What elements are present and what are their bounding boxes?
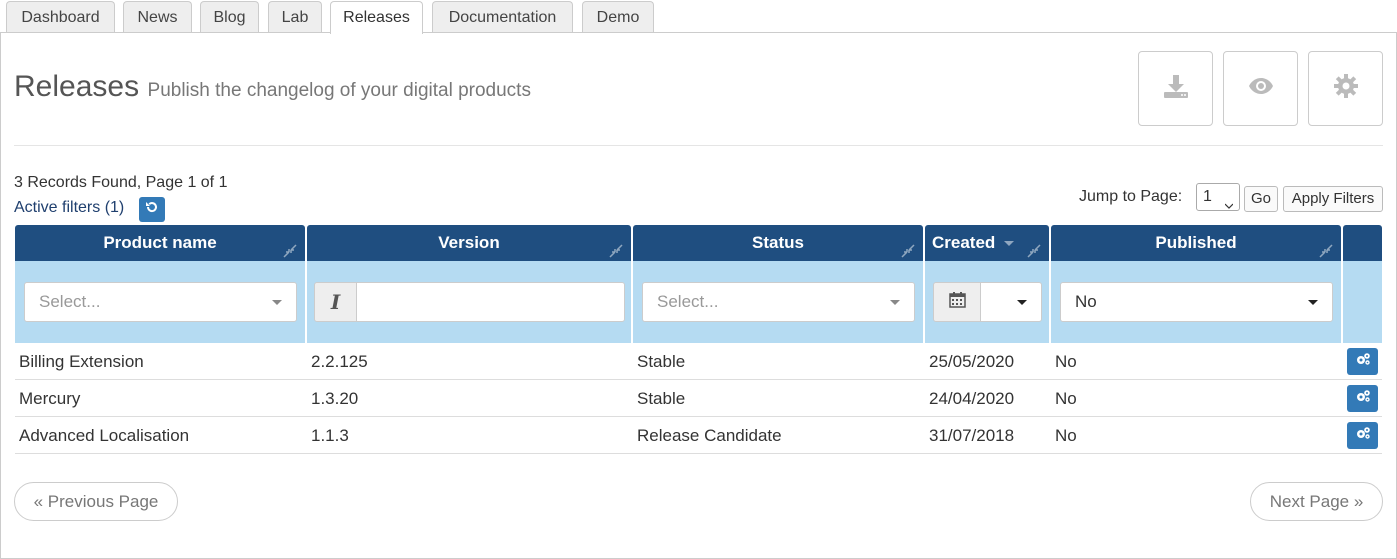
cell-published: No xyxy=(1055,389,1077,408)
published-filter-select[interactable]: No xyxy=(1060,282,1333,322)
cell-published: No xyxy=(1055,352,1077,371)
calendar-icon xyxy=(948,291,966,313)
tab-blog[interactable]: Blog xyxy=(200,1,259,33)
cell-status: Release Candidate xyxy=(637,426,782,445)
filter-divider xyxy=(1049,261,1051,343)
product-filter-select[interactable]: Select... xyxy=(24,282,297,322)
row-actions-button[interactable] xyxy=(1347,385,1378,412)
tab-documentation[interactable]: Documentation xyxy=(432,1,573,33)
tab-bar: Dashboard News Blog Lab Releases Documen… xyxy=(0,0,1397,34)
next-page-button[interactable]: Next Page » xyxy=(1250,482,1383,521)
records-count: 3 Records Found, Page 1 of 1 xyxy=(14,174,228,191)
status-filter-select[interactable]: Select... xyxy=(642,282,915,322)
cell-created: 24/04/2020 xyxy=(929,389,1015,408)
jump-to-page-value: 1 xyxy=(1203,188,1212,205)
row-divider xyxy=(15,416,1382,417)
chevron-down-icon xyxy=(1308,300,1318,305)
published-filter-value: No xyxy=(1075,292,1097,311)
page-title-text: Releases xyxy=(14,70,140,103)
tab-news[interactable]: News xyxy=(123,1,192,33)
chevron-down-icon xyxy=(890,300,900,305)
cogs-icon xyxy=(1355,389,1371,408)
preview-button[interactable] xyxy=(1223,51,1298,126)
compress-icon[interactable] xyxy=(1027,235,1041,258)
compress-icon[interactable] xyxy=(283,235,297,258)
column-header-actions xyxy=(1343,225,1382,261)
go-button[interactable]: Go xyxy=(1244,186,1278,212)
cell-created: 31/07/2018 xyxy=(929,426,1015,445)
active-filters-label: Active filters (1) xyxy=(14,199,125,216)
tab-demo[interactable]: Demo xyxy=(582,1,654,33)
compress-icon[interactable] xyxy=(609,235,623,258)
cell-product-name: Advanced Localisation xyxy=(19,426,190,445)
cell-product-name: Mercury xyxy=(19,389,81,408)
column-header-label: Status xyxy=(752,233,804,252)
row-actions-button[interactable] xyxy=(1347,348,1378,375)
row-divider xyxy=(15,379,1382,380)
jump-to-page-label: Jump to Page: xyxy=(1079,188,1183,205)
cogs-icon xyxy=(1355,426,1371,445)
sort-desc-icon xyxy=(1004,241,1015,247)
cell-version: 1.1.3 xyxy=(311,426,349,445)
cell-status: Stable xyxy=(637,389,686,408)
column-header-created[interactable]: Created xyxy=(925,225,1049,261)
row-actions-button[interactable] xyxy=(1347,422,1378,449)
compress-icon[interactable] xyxy=(901,235,915,258)
filter-divider xyxy=(923,261,925,343)
cell-published: No xyxy=(1055,426,1077,445)
cogs-icon xyxy=(1355,352,1371,371)
chevron-down-icon xyxy=(1224,193,1234,209)
filter-divider xyxy=(1341,261,1343,343)
text-search-addon: I xyxy=(314,282,357,322)
cell-product-name: Billing Extension xyxy=(19,352,144,371)
italic-i-icon: I xyxy=(330,290,341,314)
jump-to-page-select[interactable]: 1 xyxy=(1196,183,1240,211)
row-divider xyxy=(15,453,1382,454)
cell-status: Stable xyxy=(637,352,686,371)
column-header-published[interactable]: Published xyxy=(1051,225,1341,261)
filter-divider xyxy=(305,261,307,343)
tab-lab[interactable]: Lab xyxy=(268,1,322,33)
download-button[interactable] xyxy=(1138,51,1213,126)
column-header-status[interactable]: Status xyxy=(633,225,923,261)
filter-divider xyxy=(631,261,633,343)
reset-filters-button[interactable] xyxy=(139,197,165,222)
column-header-label: Published xyxy=(1155,233,1237,252)
eye-icon xyxy=(1248,73,1274,104)
column-header-version[interactable]: Version xyxy=(307,225,631,261)
version-filter-input[interactable] xyxy=(356,282,625,322)
gear-icon xyxy=(1333,73,1359,104)
cell-created: 25/05/2020 xyxy=(929,352,1015,371)
column-header-label: Created xyxy=(932,233,996,252)
column-header-label: Version xyxy=(438,233,500,252)
column-header-label: Product name xyxy=(103,233,217,252)
tab-dashboard[interactable]: Dashboard xyxy=(6,1,115,33)
settings-button[interactable] xyxy=(1308,51,1383,126)
page-subtitle: Publish the changelog of your digital pr… xyxy=(147,80,531,101)
previous-page-button[interactable]: « Previous Page xyxy=(14,482,178,521)
cell-version: 2.2.125 xyxy=(311,352,368,371)
cell-version: 1.3.20 xyxy=(311,389,359,408)
undo-icon xyxy=(145,200,159,219)
apply-filters-button[interactable]: Apply Filters xyxy=(1283,186,1383,212)
header-divider xyxy=(14,145,1383,146)
chevron-down-icon xyxy=(272,300,282,305)
chevron-down-icon xyxy=(1017,300,1027,305)
column-header-product-name[interactable]: Product name xyxy=(15,225,305,261)
created-filter-select[interactable] xyxy=(980,282,1042,322)
status-filter-placeholder: Select... xyxy=(657,292,719,311)
tab-releases[interactable]: Releases xyxy=(330,1,423,34)
date-filter-addon xyxy=(933,282,981,322)
download-icon xyxy=(1163,73,1189,104)
compress-icon[interactable] xyxy=(1319,235,1333,258)
product-filter-placeholder: Select... xyxy=(39,292,101,311)
page-title: Releases Publish the changelog of your d… xyxy=(14,70,531,104)
